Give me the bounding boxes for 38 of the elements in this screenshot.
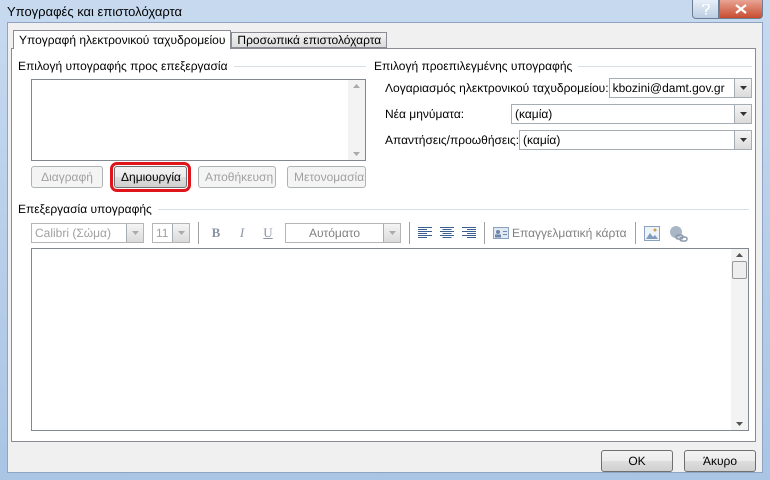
dropdown[interactable]: kbozini@damt.gov.gr bbox=[608, 78, 752, 98]
signature-list[interactable] bbox=[31, 79, 366, 161]
window-title: Υπογραφές και επιστολόχαρτα bbox=[7, 4, 182, 18]
scroll-thumb[interactable] bbox=[732, 261, 747, 279]
scroll-up-icon bbox=[353, 84, 360, 88]
group-title: Επεξεργασία υπογραφής bbox=[18, 202, 152, 216]
align-left-icon[interactable] bbox=[418, 227, 432, 239]
scroll-up-icon bbox=[736, 253, 743, 257]
contact-card-icon bbox=[493, 227, 509, 239]
dropdown[interactable]: (καμία) bbox=[511, 104, 752, 124]
help-button[interactable] bbox=[692, 0, 719, 19]
help-icon bbox=[702, 4, 710, 14]
dropdown-arrow-icon bbox=[178, 231, 184, 235]
dropdown[interactable]: (καμία) bbox=[519, 130, 752, 150]
image-icon[interactable] bbox=[644, 226, 660, 240]
dropdown-arrow-icon bbox=[740, 86, 746, 90]
scroll-down-icon bbox=[353, 152, 360, 156]
ok-button[interactable]: OK bbox=[601, 450, 673, 472]
dropdown-arrow-icon bbox=[740, 138, 746, 142]
dropdown-arrow-icon bbox=[388, 231, 396, 235]
tab[interactable]: Υπογραφή ηλεκτρονικού ταχυδρομείου bbox=[13, 30, 232, 49]
cancel-button[interactable]: Άκυρο bbox=[684, 450, 756, 472]
field-label: Λογαριασμός ηλεκτρονικού ταχυδρομείου: bbox=[385, 81, 609, 95]
field-label: Νέα μηνύματα: bbox=[385, 107, 464, 121]
dropdown-arrow-icon bbox=[740, 112, 746, 116]
dropdown-arrow-icon bbox=[132, 231, 138, 235]
group-title: Επιλογή υπογραφής προς επεξεργασία bbox=[18, 59, 228, 73]
scroll-down-icon bbox=[736, 422, 743, 426]
hyperlink-icon[interactable] bbox=[668, 224, 688, 242]
align-center-icon[interactable] bbox=[440, 227, 454, 239]
align-right-icon[interactable] bbox=[462, 227, 476, 239]
close-button[interactable] bbox=[719, 0, 763, 19]
scrollbar[interactable] bbox=[348, 80, 365, 160]
scrollbar[interactable] bbox=[731, 249, 748, 430]
field-label: Απαντήσεις/προωθήσεις: bbox=[385, 133, 520, 147]
group-title: Επιλογή προεπιλεγμένης υπογραφής bbox=[374, 59, 572, 73]
tab[interactable]: Προσωπικά επιστολόχαρτα bbox=[231, 32, 388, 48]
close-icon bbox=[735, 4, 747, 14]
